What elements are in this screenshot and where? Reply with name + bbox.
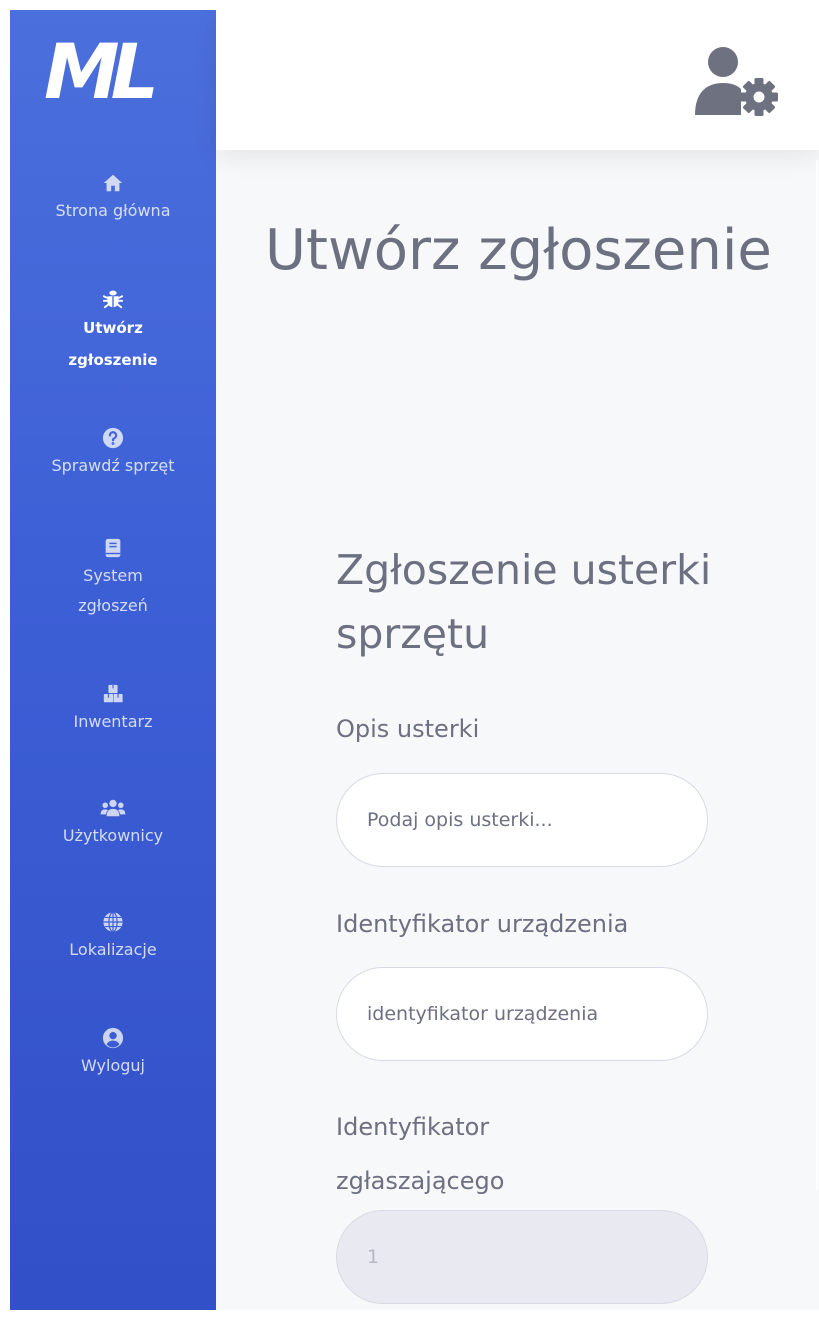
fault-description-input[interactable]	[336, 773, 708, 867]
sidebar-item-label: Strona główna	[55, 201, 171, 220]
sidebar-item-inventory[interactable]: Inwentarz	[10, 683, 216, 737]
sidebar-item-label: Użytkownicy	[62, 826, 164, 845]
app-frame: ML Strona główna Utwórz zgłoszenie Spraw…	[10, 10, 819, 1310]
sidebar-item-label: Lokalizacje	[69, 940, 157, 959]
reporter-id-input	[336, 1210, 708, 1304]
bug-icon	[102, 290, 124, 309]
field-label-fault-description: Opis usterki	[336, 715, 480, 743]
book-icon	[105, 538, 121, 558]
sidebar-item-label: Utwórz zgłoszenie	[68, 319, 158, 369]
sidebar-item-label: System zgłoszeń	[78, 566, 148, 615]
field-label-device-id: Identyfikator urządzenia	[336, 910, 629, 938]
sidebar-item-label: Wyloguj	[81, 1056, 145, 1075]
sidebar: ML Strona główna Utwórz zgłoszenie Spraw…	[10, 10, 216, 1310]
sidebar-item-users[interactable]: Użytkownicy	[10, 797, 216, 851]
page-title: Utwórz zgłoszenie	[265, 218, 772, 283]
users-icon	[100, 799, 126, 817]
sidebar-item-home[interactable]: Strona główna	[10, 172, 216, 226]
form-title: Zgłoszenie usterki sprzętu	[336, 546, 712, 658]
question-circle-icon	[102, 427, 124, 449]
device-id-input[interactable]	[336, 967, 708, 1061]
sidebar-item-report-system[interactable]: System zgłoszeń	[10, 537, 216, 621]
field-label-reporter-id: Identyfikator zgłaszającego	[336, 1113, 505, 1195]
sidebar-item-check-equipment[interactable]: Sprawdź sprzęt	[10, 427, 216, 481]
sidebar-item-label: Inwentarz	[73, 712, 153, 731]
top-bar	[216, 10, 819, 150]
boxes-icon	[103, 684, 123, 703]
sidebar-item-logout[interactable]: Wyloguj	[10, 1027, 216, 1081]
sidebar-item-label: Sprawdź sprzęt	[51, 456, 175, 475]
sidebar-item-locations[interactable]: Lokalizacje	[10, 911, 216, 965]
user-gear-icon[interactable]	[695, 45, 779, 117]
content-edge-line	[816, 160, 818, 1190]
home-icon	[103, 174, 123, 192]
globe-icon	[103, 911, 123, 933]
user-circle-icon	[102, 1027, 124, 1049]
app-logo[interactable]: ML	[44, 34, 159, 110]
sidebar-item-create-report[interactable]: Utwórz zgłoszenie	[10, 288, 216, 376]
